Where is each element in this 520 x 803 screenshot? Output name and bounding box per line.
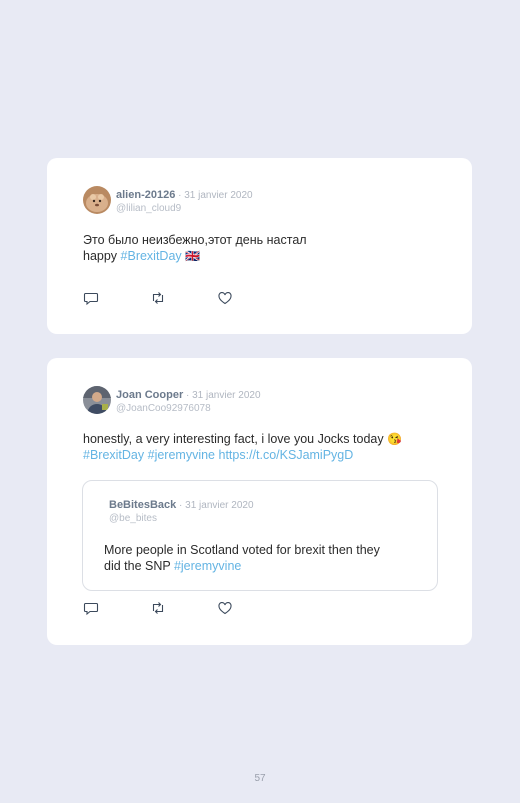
hashtag-link[interactable]: #jeremyvine bbox=[148, 448, 215, 462]
tweet-text: Это было неизбежно,этот день настал happ… bbox=[83, 233, 307, 264]
avatar[interactable] bbox=[83, 386, 111, 414]
tweet-text-line: honestly, a very interesting fact, i lov… bbox=[83, 432, 384, 446]
url-link[interactable]: https://t.co/KSJamiPygD bbox=[219, 448, 354, 462]
retweet-icon[interactable] bbox=[150, 290, 166, 306]
tweet-date[interactable]: 31 janvier 2020 bbox=[192, 390, 260, 401]
author-name[interactable]: Joan Cooper bbox=[116, 389, 183, 401]
kiss-emoji: 😘 bbox=[387, 432, 403, 446]
author-handle[interactable]: @lilian_cloud9 bbox=[116, 202, 253, 215]
quoted-tweet[interactable]: BeBitesBack · 31 janvier 2020 @be_bites … bbox=[82, 480, 438, 591]
quoted-author-name[interactable]: BeBitesBack bbox=[109, 499, 176, 511]
reply-icon[interactable] bbox=[83, 290, 99, 306]
tweet-text-line: happy bbox=[83, 248, 121, 263]
retweet-icon[interactable] bbox=[150, 600, 166, 616]
tweet-date[interactable]: 31 janvier 2020 bbox=[184, 190, 252, 201]
like-icon[interactable] bbox=[217, 290, 233, 306]
tweet-actions bbox=[83, 290, 284, 306]
tweet-header: Joan Cooper · 31 janvier 2020 @JoanCoo92… bbox=[83, 386, 261, 415]
quoted-tweet-text: More people in Scotland voted for brexit… bbox=[104, 543, 380, 574]
tweet-card: alien-20126 · 31 janvier 2020 @lilian_cl… bbox=[47, 158, 472, 334]
tweet-text-line: Это было неизбежно,этот день настал bbox=[83, 233, 307, 247]
hashtag-link[interactable]: #jeremyvine bbox=[174, 559, 241, 573]
flag-emoji: 🇬🇧 bbox=[185, 248, 201, 263]
hashtag-link[interactable]: #BrexitDay bbox=[121, 249, 182, 263]
tweet-text-line: did the SNP bbox=[104, 558, 174, 573]
reply-icon[interactable] bbox=[83, 600, 99, 616]
author-name[interactable]: alien-20126 bbox=[116, 189, 175, 201]
page-number: 57 bbox=[254, 773, 266, 784]
author-handle[interactable]: @JoanCoo92976078 bbox=[116, 402, 261, 415]
meta-separator: · bbox=[175, 190, 185, 201]
tweet-text-line: More people in Scotland voted for brexit… bbox=[104, 543, 380, 557]
hashtag-link[interactable]: #BrexitDay bbox=[83, 448, 144, 462]
quoted-author-handle[interactable]: @be_bites bbox=[109, 512, 254, 525]
like-icon[interactable] bbox=[217, 600, 233, 616]
tweet-actions bbox=[83, 600, 284, 616]
meta-separator: · bbox=[176, 500, 186, 511]
quoted-tweet-date[interactable]: 31 janvier 2020 bbox=[185, 500, 253, 511]
meta-separator: · bbox=[183, 390, 193, 401]
avatar[interactable] bbox=[83, 186, 111, 214]
tweet-card: Joan Cooper · 31 janvier 2020 @JoanCoo92… bbox=[47, 358, 472, 645]
quoted-tweet-header: BeBitesBack · 31 janvier 2020 @be_bites bbox=[109, 497, 254, 525]
tweet-header: alien-20126 · 31 janvier 2020 @lilian_cl… bbox=[83, 186, 253, 215]
tweet-text: honestly, a very interesting fact, i lov… bbox=[83, 432, 402, 463]
